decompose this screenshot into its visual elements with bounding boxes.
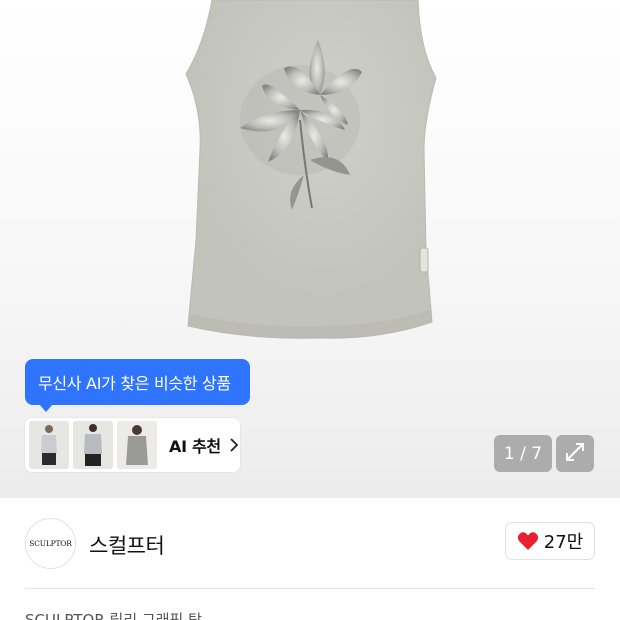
- product-title-text: SCULPTOR 릴리 그래픽 탑: [25, 611, 202, 620]
- like-count: 27만: [543, 532, 584, 553]
- image-counter-text: 1 / 7: [503, 443, 543, 464]
- expand-button[interactable]: [556, 435, 594, 472]
- brand-logo-text: SCULPTOR: [29, 539, 72, 548]
- product-image-gallery[interactable]: 무신사 AI가 찾은 비슷한 상품 AI 추천 1 / 7: [0, 0, 620, 498]
- chevron-right-icon: [229, 438, 238, 452]
- brand-row: SCULPTOR 스컬프터 27만: [0, 498, 620, 590]
- brand-logo[interactable]: SCULPTOR: [25, 518, 76, 569]
- product-title: SCULPTOR 릴리 그래픽 탑: [25, 606, 425, 620]
- heart-icon: [517, 532, 538, 550]
- image-counter: 1 / 7: [494, 435, 552, 472]
- expand-icon: [564, 441, 586, 467]
- brand-name[interactable]: 스컬프터: [89, 530, 165, 560]
- ai-thumb-1: [29, 421, 69, 469]
- ai-thumb-3: [117, 421, 157, 469]
- ai-recommend-button[interactable]: AI 추천: [25, 418, 240, 472]
- ai-thumb-2: [73, 421, 113, 469]
- ai-recommend-label: AI 추천: [169, 433, 238, 457]
- ai-similar-tooltip: 무신사 AI가 찾은 비슷한 상품: [25, 359, 250, 412]
- ai-recommend-text: AI 추천: [169, 437, 221, 456]
- like-button[interactable]: 27만: [505, 522, 595, 560]
- divider: [25, 588, 595, 589]
- ai-tooltip-text: 무신사 AI가 찾은 비슷한 상품: [38, 374, 231, 393]
